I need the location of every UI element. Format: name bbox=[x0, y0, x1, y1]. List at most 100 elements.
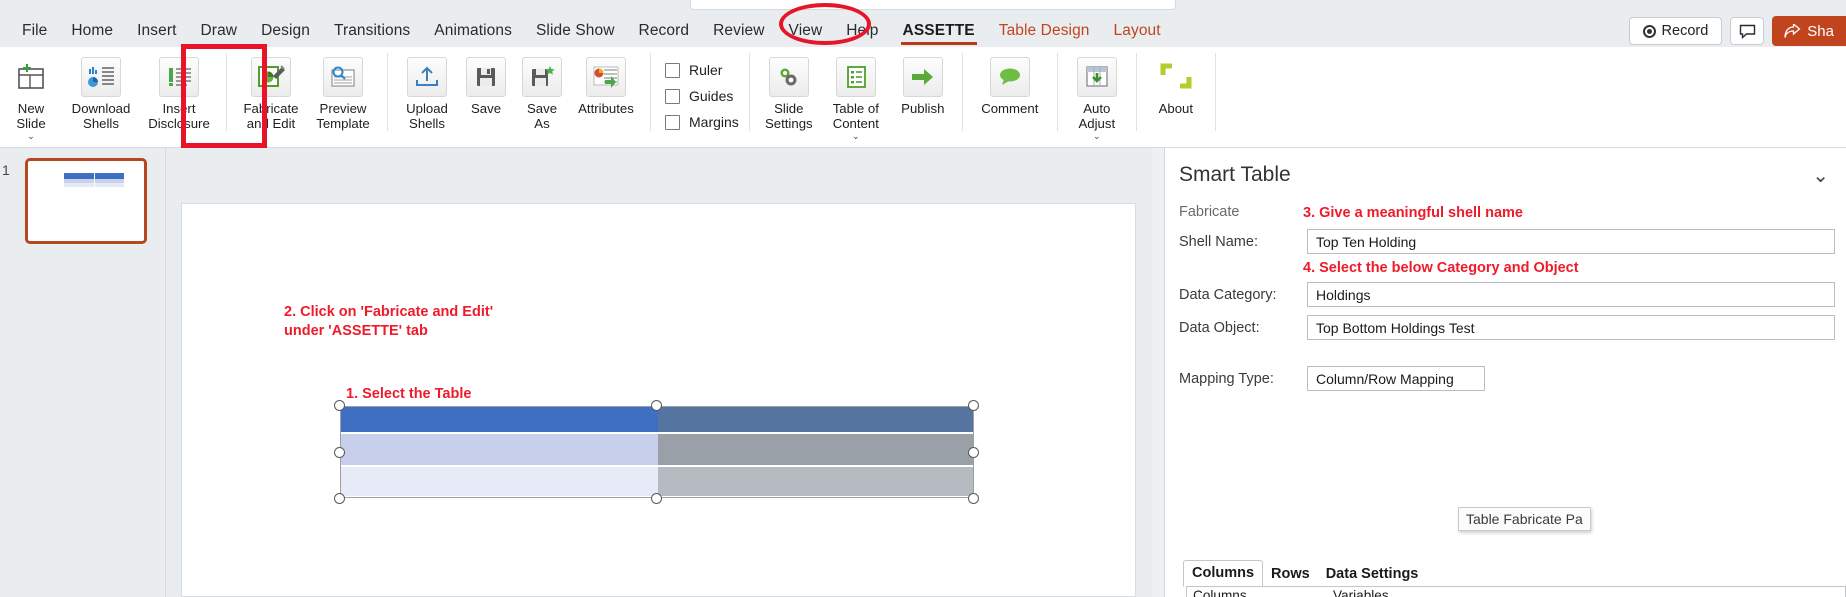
menu-tab-insert[interactable]: Insert bbox=[125, 19, 188, 43]
selected-table-object[interactable] bbox=[334, 400, 979, 504]
chevron-down-icon[interactable]: ⌄ bbox=[1093, 131, 1101, 142]
comment-button[interactable]: Comment bbox=[971, 51, 1049, 137]
save-as-button[interactable]: Save As bbox=[514, 51, 570, 137]
upload-shells-button[interactable]: Upload Shells bbox=[396, 51, 458, 137]
menu-tab-view[interactable]: View bbox=[777, 19, 835, 43]
save-button[interactable]: Save bbox=[458, 51, 514, 137]
publish-button[interactable]: Publish bbox=[892, 51, 954, 137]
checkbox-box-icon[interactable] bbox=[665, 114, 680, 130]
ribbon-group-slides: New Slide ⌄ Download Shells Insert Discl… bbox=[0, 47, 218, 148]
about-icon bbox=[1156, 57, 1196, 97]
menu-tab-animations[interactable]: Animations bbox=[422, 19, 524, 43]
record-button[interactable]: Record bbox=[1628, 17, 1723, 45]
menu-tab-review[interactable]: Review bbox=[701, 19, 776, 43]
insert-disclosure-button[interactable]: Insert Disclosure bbox=[140, 51, 218, 137]
selection-handle-bottom-center[interactable] bbox=[651, 493, 662, 504]
tab-rows[interactable]: Rows bbox=[1263, 562, 1318, 587]
checkbox-box-icon[interactable] bbox=[665, 62, 680, 78]
insert-disclosure-label: Insert Disclosure bbox=[148, 101, 210, 131]
slide-thumbnail-1[interactable] bbox=[25, 158, 147, 244]
menu-tab-transitions[interactable]: Transitions bbox=[322, 19, 422, 43]
menu-tab-help[interactable]: Help bbox=[834, 19, 890, 43]
tab-columns[interactable]: Columns bbox=[1183, 560, 1264, 587]
menu-tab-layout[interactable]: Layout bbox=[1102, 19, 1173, 43]
about-label: About bbox=[1158, 101, 1194, 116]
publish-icon bbox=[902, 57, 943, 97]
preview-template-icon bbox=[323, 57, 363, 97]
save-label: Save bbox=[470, 101, 502, 116]
checkbox-guides[interactable]: Guides bbox=[665, 88, 739, 104]
record-button-label: Record bbox=[1661, 23, 1709, 39]
data-category-input[interactable]: Holdings bbox=[1307, 282, 1835, 307]
taskpane-scrollbar[interactable] bbox=[1152, 148, 1164, 597]
ribbon-group-publish: Slide Settings Table of Content ⌄ Publis… bbox=[758, 47, 954, 148]
preview-template-button[interactable]: Preview Template bbox=[307, 51, 379, 137]
annotation-step-3: 3. Give a meaningful shell name bbox=[1303, 205, 1523, 221]
ribbon-toolbar: New Slide ⌄ Download Shells Insert Discl… bbox=[0, 47, 1846, 148]
shell-name-row: Shell Name: Top Ten Holding bbox=[1179, 229, 1835, 254]
download-shells-label: Download Shells bbox=[71, 101, 131, 131]
data-category-row: Data Category: Holdings bbox=[1179, 282, 1835, 307]
taskpane-title: Smart Table bbox=[1179, 163, 1291, 186]
checkbox-margins-label: Margins bbox=[689, 114, 739, 130]
slide-settings-button[interactable]: Slide Settings bbox=[758, 51, 820, 137]
new-slide-button[interactable]: New Slide ⌄ bbox=[0, 51, 62, 142]
annotation-step-1: 1. Select the Table bbox=[346, 386, 472, 402]
checkbox-margins[interactable]: Margins bbox=[665, 114, 739, 130]
selection-handle-top-right[interactable] bbox=[968, 400, 979, 411]
menu-tab-home[interactable]: Home bbox=[59, 19, 125, 43]
menu-tab-draw[interactable]: Draw bbox=[189, 19, 250, 43]
table-selection-outline bbox=[340, 406, 974, 498]
comment-label: Comment bbox=[981, 101, 1039, 116]
download-shells-icon bbox=[81, 57, 121, 97]
checkbox-ruler[interactable]: Ruler bbox=[665, 62, 739, 78]
title-bar-strip bbox=[0, 0, 1846, 14]
selection-handle-top-center[interactable] bbox=[651, 400, 662, 411]
preview-template-label: Preview Template bbox=[316, 101, 370, 131]
shell-name-input[interactable]: Top Ten Holding bbox=[1307, 229, 1835, 254]
grid-header-columns: Columns bbox=[1187, 587, 1327, 597]
ribbon-separator bbox=[1214, 53, 1216, 131]
comment-icon bbox=[989, 57, 1030, 97]
data-object-input[interactable]: Top Bottom Holdings Test bbox=[1307, 315, 1835, 340]
shell-name-label: Shell Name: bbox=[1179, 233, 1258, 250]
selection-handle-bottom-left[interactable] bbox=[334, 493, 345, 504]
table-of-content-button[interactable]: Table of Content ⌄ bbox=[820, 51, 892, 142]
tab-data-settings[interactable]: Data Settings bbox=[1318, 562, 1427, 587]
checkbox-box-icon[interactable] bbox=[665, 88, 680, 104]
table-of-content-label: Table of Content bbox=[832, 101, 879, 131]
slide-settings-label: Slide Settings bbox=[764, 101, 813, 131]
menu-tab-table-design[interactable]: Table Design bbox=[987, 19, 1102, 43]
selection-handle-middle-right[interactable] bbox=[968, 447, 979, 458]
selection-handle-middle-left[interactable] bbox=[334, 447, 345, 458]
menu-tab-file[interactable]: File bbox=[10, 19, 59, 43]
fabricate-section-label: Fabricate bbox=[1179, 204, 1240, 220]
window-action-buttons: Record Sha bbox=[1628, 16, 1846, 46]
ribbon-tab-bar: File Home Insert Draw Design Transitions… bbox=[0, 14, 1846, 47]
chevron-down-icon[interactable]: ⌄ bbox=[27, 131, 35, 142]
mapping-type-input[interactable]: Column/Row Mapping bbox=[1307, 366, 1485, 391]
workspace: 1 2. Click on 'Fabricate and Edit' under… bbox=[0, 148, 1846, 597]
slide-settings-icon bbox=[768, 57, 809, 97]
chevron-down-icon[interactable]: ⌄ bbox=[852, 131, 860, 142]
menu-tab-slide-show[interactable]: Slide Show bbox=[524, 19, 627, 43]
selection-handle-top-left[interactable] bbox=[334, 400, 345, 411]
taskpane-body: Fabricate 3. Give a meaningful shell nam… bbox=[1165, 196, 1846, 597]
ribbon-separator bbox=[961, 53, 963, 131]
auto-adjust-button[interactable]: Auto Adjust ⌄ bbox=[1066, 51, 1128, 142]
ribbon-group-save: Upload Shells Save Save As Attributes bbox=[396, 47, 642, 148]
about-button[interactable]: About bbox=[1145, 51, 1207, 137]
ribbon-separator bbox=[1135, 53, 1137, 131]
download-shells-button[interactable]: Download Shells bbox=[62, 51, 140, 137]
chevron-down-icon[interactable]: ⌄ bbox=[1812, 163, 1833, 188]
quick-access-toolbar[interactable] bbox=[690, 0, 1176, 10]
fabricate-and-edit-button[interactable]: Fabricate and Edit bbox=[235, 51, 307, 137]
fabricate-and-edit-label: Fabricate and Edit bbox=[243, 101, 299, 131]
share-button[interactable]: Sha bbox=[1772, 16, 1846, 46]
menu-tab-record[interactable]: Record bbox=[627, 19, 702, 43]
menu-tab-design[interactable]: Design bbox=[249, 19, 322, 43]
menu-tab-assette[interactable]: ASSETTE bbox=[891, 19, 987, 45]
comments-button[interactable] bbox=[1730, 17, 1765, 45]
attributes-button[interactable]: Attributes bbox=[570, 51, 642, 137]
selection-handle-bottom-right[interactable] bbox=[968, 493, 979, 504]
